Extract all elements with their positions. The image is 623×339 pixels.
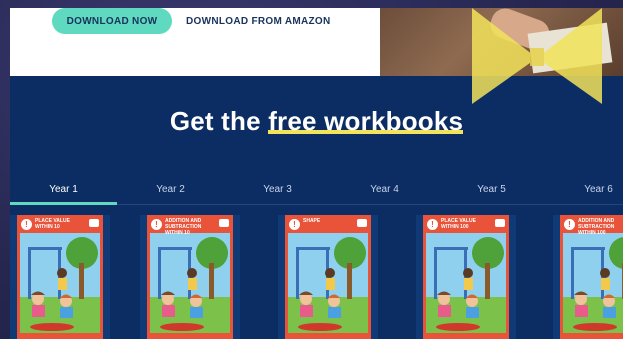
ribbon-bow-icon	[472, 8, 602, 104]
workbook-card[interactable]: ! SHAPE	[278, 215, 378, 339]
tab-year-3[interactable]: Year 3	[224, 180, 331, 204]
workbook-cover[interactable]: ! ADDITION AND SUBTRACTION WITHIN 10	[147, 215, 233, 339]
playground-illustration	[20, 233, 100, 333]
playground-illustration	[150, 233, 230, 333]
publisher-logo-icon	[495, 219, 505, 227]
publisher-logo-icon	[219, 219, 229, 227]
workbook-cover[interactable]: ! SHAPE	[285, 215, 371, 339]
number-badge-icon: !	[21, 219, 32, 230]
workbook-card[interactable]: ! ADDITION AND SUBTRACTION WITHIN 10	[140, 215, 240, 339]
workbook-title: SHAPE	[303, 218, 321, 224]
workbook-title: ADDITION AND SUBTRACTION WITHIN 100	[578, 218, 615, 236]
heading-prefix: Get the	[169, 106, 269, 136]
workbook-cover[interactable]: ! PLACE VALUE WITHIN 10	[17, 215, 103, 339]
download-from-amazon-link[interactable]: DOWNLOAD FROM AMAZON	[186, 8, 331, 34]
tab-year-4[interactable]: Year 4	[331, 180, 438, 204]
workbook-card[interactable]: ! PLACE VALUE WITHIN 100	[416, 215, 516, 339]
number-badge-icon: !	[151, 219, 162, 230]
download-now-button[interactable]: DOWNLOAD NOW	[52, 8, 172, 34]
section-heading: Get the free workbooks	[10, 106, 623, 137]
workbook-cover[interactable]: ! PLACE VALUE WITHIN 100	[423, 215, 509, 339]
workbook-card[interactable]: ! ADDITION AND SUBTRACTION WITHIN 100	[553, 215, 623, 339]
publisher-logo-icon	[357, 219, 367, 227]
workbook-title: PLACE VALUE WITHIN 100	[441, 218, 476, 230]
workbook-title: ADDITION AND SUBTRACTION WITHIN 10	[165, 218, 202, 236]
tab-year-5[interactable]: Year 5	[438, 180, 545, 204]
tab-year-1[interactable]: Year 1	[10, 180, 117, 205]
playground-illustration	[426, 233, 506, 333]
playground-illustration	[563, 233, 623, 333]
workbook-cover[interactable]: ! ADDITION AND SUBTRACTION WITHIN 100	[560, 215, 623, 339]
playground-illustration	[288, 233, 368, 333]
tab-year-2[interactable]: Year 2	[117, 180, 224, 204]
number-badge-icon: !	[427, 219, 438, 230]
year-tabs: Year 1 Year 2 Year 3 Year 4 Year 5 Year 6	[10, 180, 623, 205]
heading-highlight: free workbooks	[268, 106, 464, 136]
number-badge-icon: !	[289, 219, 300, 230]
number-badge-icon: !	[564, 219, 575, 230]
workbook-list: ! PLACE VALUE WITHIN 10! ADDITION AND SUBT…	[10, 215, 623, 339]
page: DOWNLOAD NOW DOWNLOAD FROM AMAZON Get th…	[0, 0, 623, 339]
workbook-title: PLACE VALUE WITHIN 10	[35, 218, 70, 230]
workbooks-section: Get the free workbooks Year 1 Year 2 Year …	[10, 8, 623, 339]
publisher-logo-icon	[89, 219, 99, 227]
workbook-card[interactable]: ! PLACE VALUE WITHIN 10	[10, 215, 110, 339]
tab-year-6[interactable]: Year 6	[545, 180, 623, 204]
